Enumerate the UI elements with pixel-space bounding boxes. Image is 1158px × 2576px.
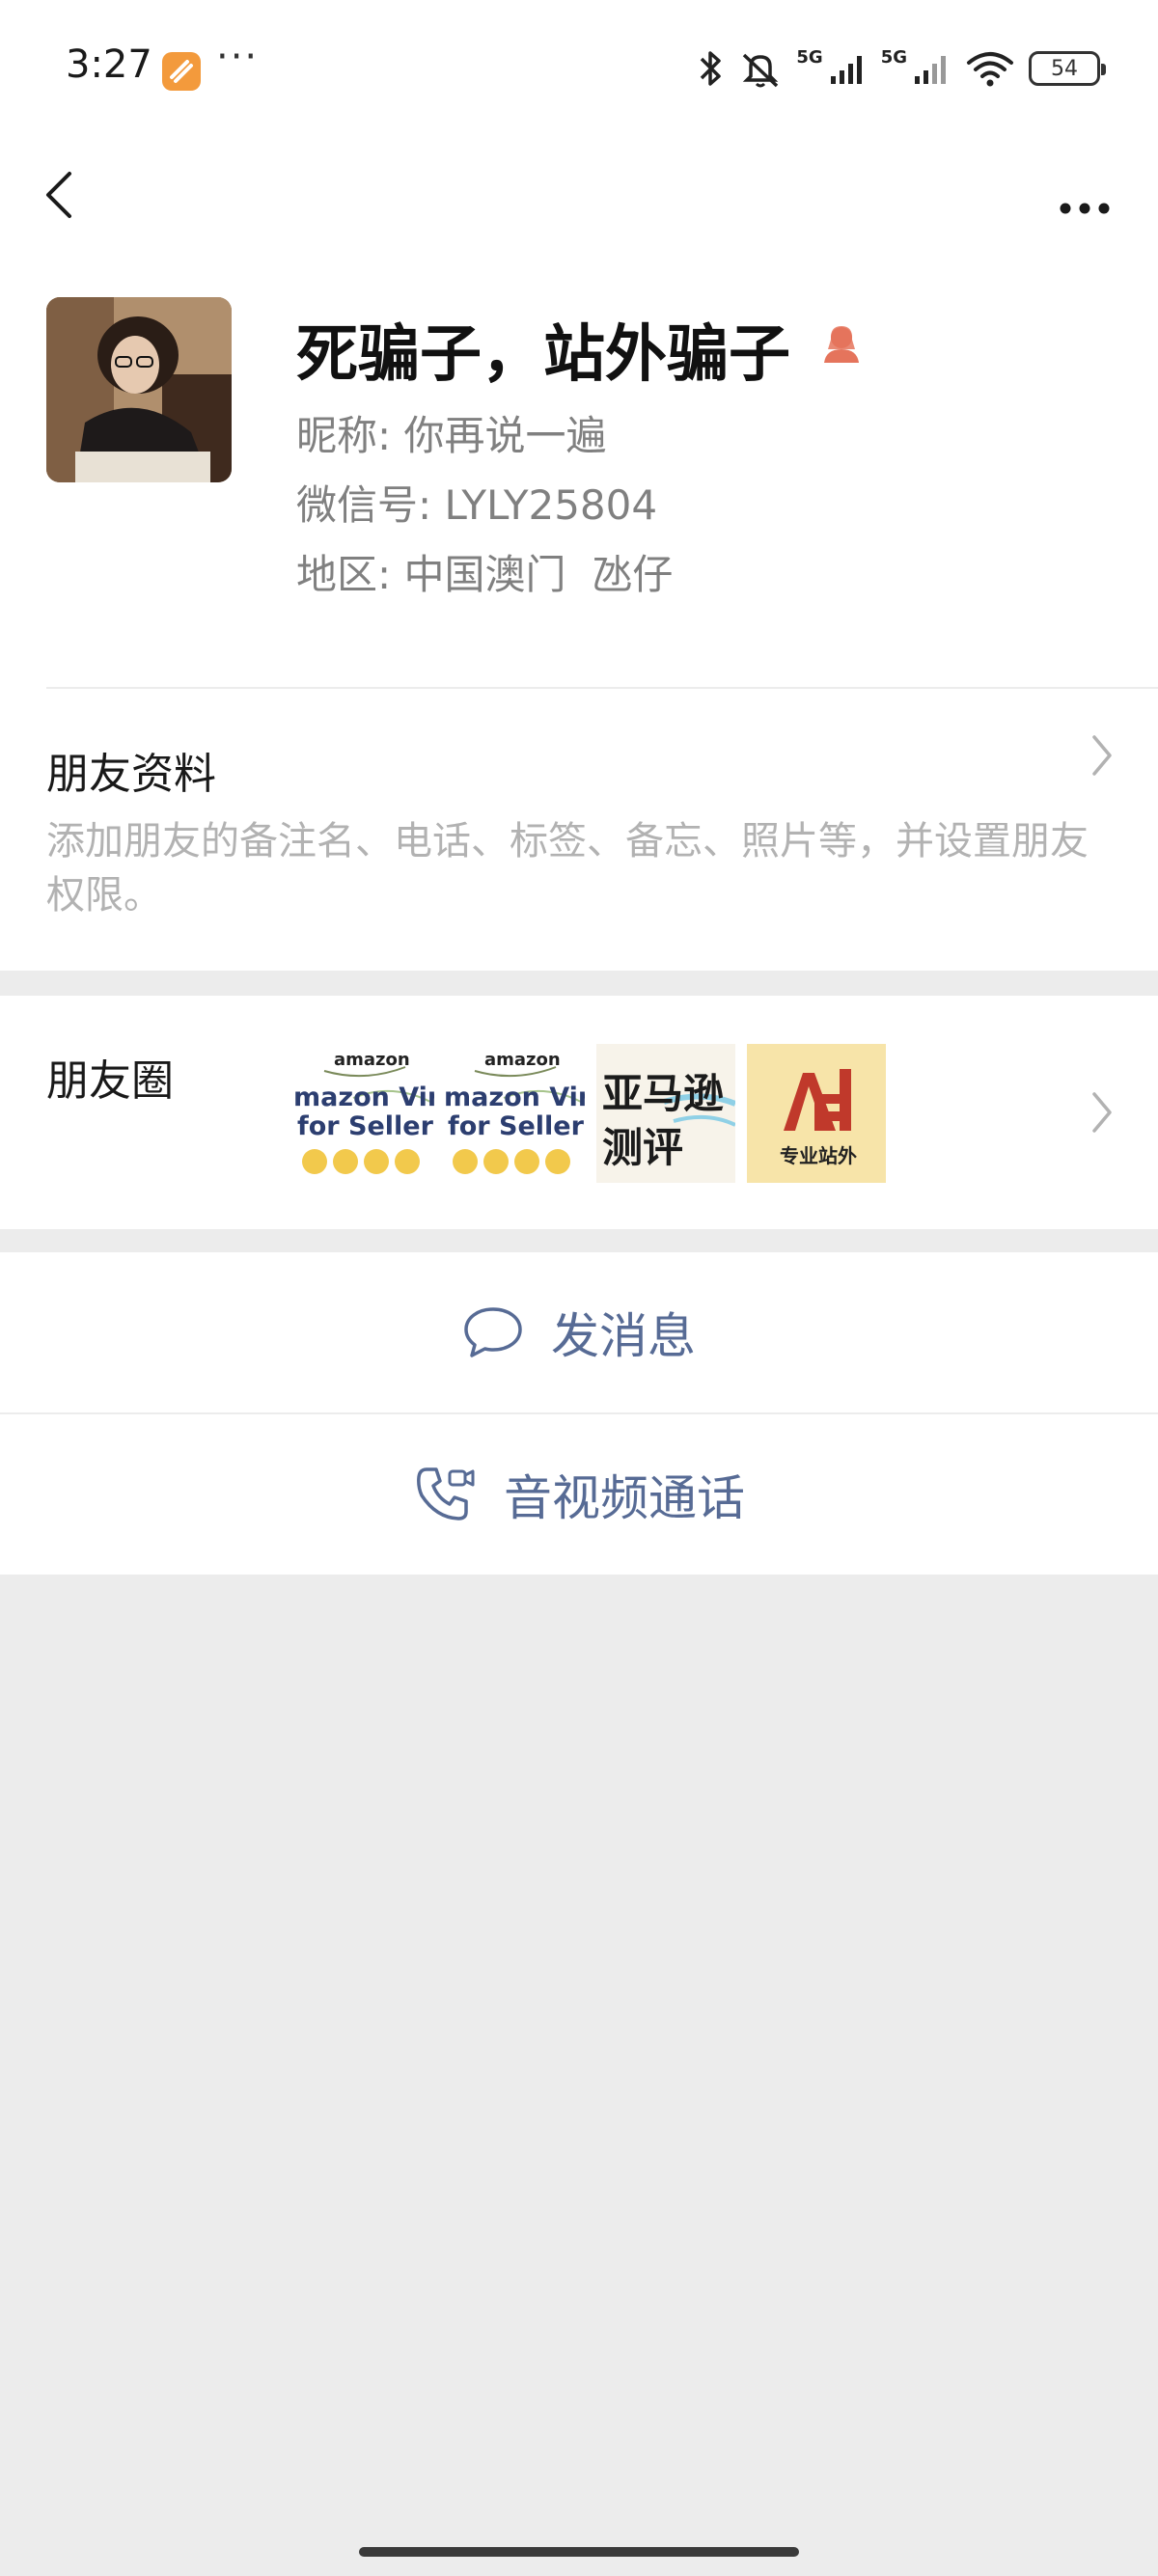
nickname-row: 昵称: 你再说一遍 bbox=[296, 403, 607, 462]
profile-card: 死骗子，站外骗子 昵称: 你再说一遍 微信号: LYLY25804 地区: 中国… bbox=[0, 251, 1158, 689]
status-time: 3:27 bbox=[66, 42, 152, 87]
signal-2-icon bbox=[915, 56, 946, 84]
battery-icon: 54 bbox=[1029, 51, 1106, 86]
chevron-left-icon bbox=[46, 172, 71, 218]
status-more-icon: ··· bbox=[216, 35, 260, 79]
send-message-label: 发消息 bbox=[551, 1308, 696, 1364]
friend-info-row[interactable]: 朋友资料 添加朋友的备注名、电话、标签、备忘、照片等，并设置朋友权限。 bbox=[0, 689, 1158, 971]
thumb-line1: mazon Vine bbox=[295, 1082, 434, 1112]
moments-title: 朋友圈 bbox=[46, 1056, 174, 1106]
wechat-id-label: 微信号: bbox=[296, 481, 432, 529]
thumb-line2: for Sellers bbox=[448, 1111, 585, 1141]
thumb-line1: mazon Vine bbox=[446, 1082, 585, 1112]
moments-thumbnail[interactable]: 亚马逊 测评 bbox=[596, 1044, 735, 1183]
thumb-line2: 测评 bbox=[602, 1124, 684, 1171]
region-row: 地区: 中国澳门 氹仔 bbox=[296, 542, 673, 601]
thumb-line1: 专业站外 bbox=[780, 1144, 857, 1167]
chevron-right-icon bbox=[1092, 1092, 1112, 1133]
more-horizontal-icon bbox=[1060, 203, 1110, 214]
friend-info-title: 朋友资料 bbox=[46, 750, 216, 799]
thumb-brand: amazon bbox=[334, 1050, 410, 1070]
nickname-label: 昵称: bbox=[296, 412, 392, 459]
signal-1-label: 5G bbox=[796, 46, 823, 68]
moments-row[interactable]: 朋友圈 amazon mazon Vine for Sellers amazon… bbox=[0, 996, 1158, 1229]
nav-bar bbox=[0, 135, 1158, 251]
display-name: 死骗子，站外骗子 bbox=[296, 319, 790, 391]
moments-thumbnail[interactable]: 专业站外 bbox=[747, 1044, 886, 1183]
signal-2-label: 5G bbox=[880, 46, 907, 68]
voice-video-call-button[interactable]: 音视频通话 bbox=[0, 1414, 1158, 1575]
status-bar: 3:27 ··· 5G 5G 54 bbox=[0, 0, 1158, 135]
voice-video-call-label: 音视频通话 bbox=[504, 1470, 745, 1526]
female-icon bbox=[824, 326, 859, 363]
moments-thumbnail[interactable]: amazon mazon Vine for Sellers bbox=[295, 1044, 434, 1183]
friend-info-description: 添加朋友的备注名、电话、标签、备忘、照片等，并设置朋友权限。 bbox=[46, 819, 1089, 918]
back-button[interactable] bbox=[35, 152, 93, 230]
bluetooth-icon bbox=[701, 51, 722, 86]
chevron-right-icon bbox=[1092, 735, 1112, 776]
wifi-icon bbox=[967, 52, 1013, 87]
send-message-button[interactable]: 发消息 bbox=[0, 1252, 1158, 1412]
moments-thumbnail[interactable]: amazon mazon Vine for Sellers bbox=[446, 1044, 585, 1183]
phone-video-icon bbox=[417, 1467, 475, 1521]
more-menu-button[interactable] bbox=[1046, 162, 1123, 220]
thumb-line1: 亚马逊 bbox=[602, 1070, 725, 1117]
thumb-line2: for Sellers bbox=[297, 1111, 434, 1141]
region-label: 地区: bbox=[296, 551, 392, 598]
avatar[interactable] bbox=[46, 297, 232, 482]
nickname-value: 你再说一遍 bbox=[403, 412, 607, 459]
wechat-id-row: 微信号: LYLY25804 bbox=[296, 473, 657, 532]
thumb-brand: amazon bbox=[484, 1050, 561, 1070]
wechat-id-value[interactable]: LYLY25804 bbox=[445, 481, 658, 529]
signal-1-icon bbox=[830, 56, 862, 84]
region-value: 中国澳门 氹仔 bbox=[403, 551, 674, 598]
chat-bubble-icon bbox=[464, 1307, 522, 1357]
mute-icon bbox=[743, 53, 779, 88]
home-indicator[interactable] bbox=[359, 2547, 799, 2557]
status-indicators: 5G 5G 54 bbox=[696, 44, 1106, 93]
app-icon bbox=[162, 52, 201, 91]
